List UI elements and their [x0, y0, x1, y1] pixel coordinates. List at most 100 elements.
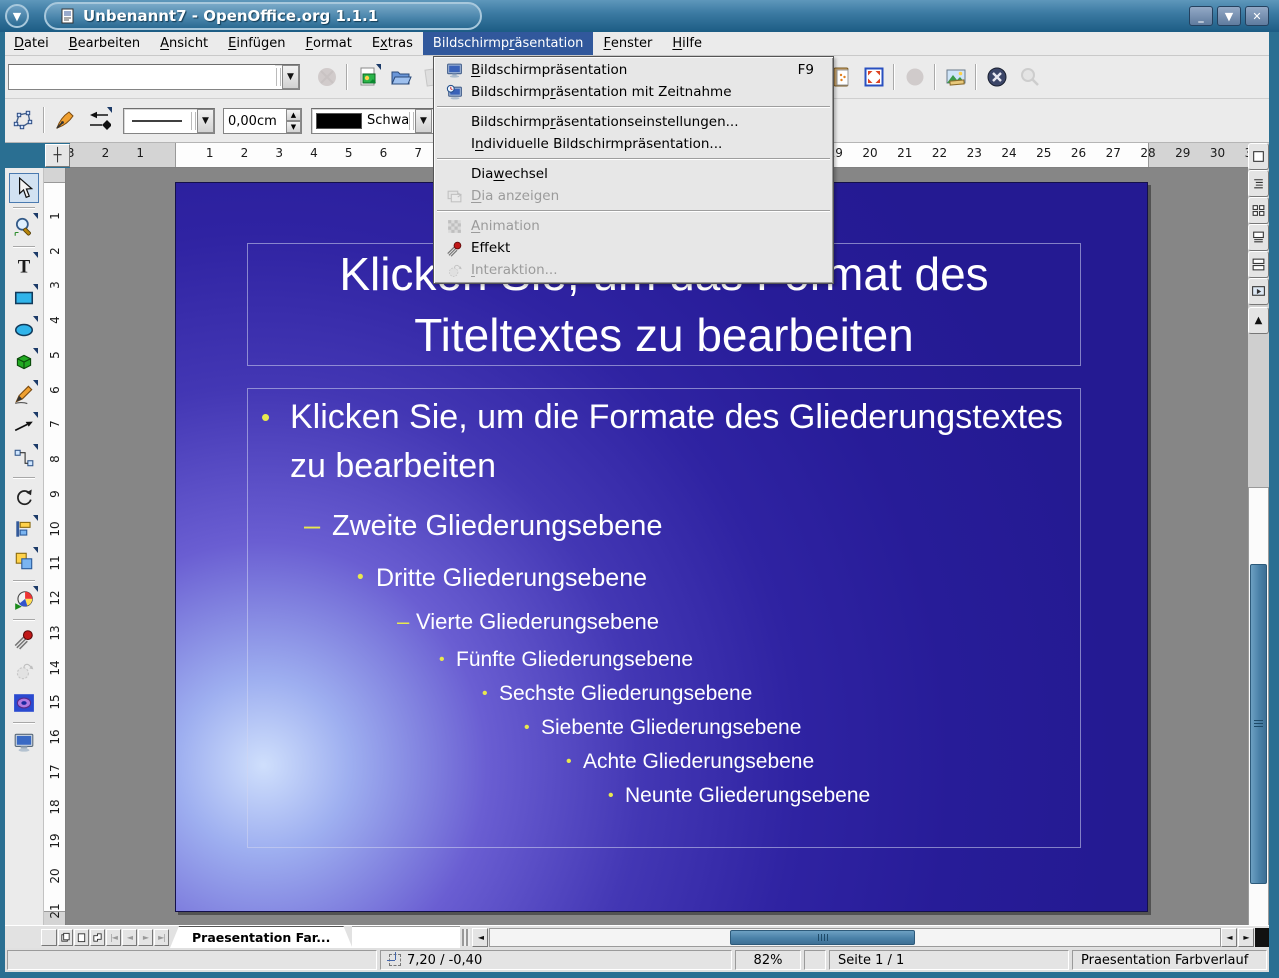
presentation-monitor-icon[interactable]: [9, 727, 39, 757]
zoom-page-icon[interactable]: [860, 63, 888, 91]
line-width-input[interactable]: [224, 109, 286, 133]
outline-level-9[interactable]: •Neunte Gliederungsebene: [248, 782, 1080, 810]
vertical-scrollbar-thumb[interactable]: [1250, 564, 1267, 884]
horizontal-scrollbar-thumb[interactable]: [730, 930, 915, 945]
zoom-icon[interactable]: [9, 212, 39, 242]
close-icon[interactable]: ✕: [1245, 6, 1269, 26]
outline-level-4[interactable]: –Vierte Gliederungsebene: [248, 607, 1080, 637]
controller3d-icon[interactable]: [9, 688, 39, 718]
connector-icon[interactable]: [9, 443, 39, 473]
ruler-origin-button[interactable]: ┼: [45, 144, 70, 167]
menu-item-bildschirmpraesentationseinstellungen-[interactable]: Bildschirmpräsentationseinstellungen...: [435, 111, 832, 133]
menu-item-interaktion-[interactable]: Interaktion...: [435, 259, 832, 281]
line-color-dropdown-icon[interactable]: ▼: [415, 109, 432, 133]
curve-icon[interactable]: [9, 379, 39, 409]
line-arrow-icon[interactable]: [9, 411, 39, 441]
outline-level-7[interactable]: •Siebente Gliederungsebene: [248, 714, 1080, 742]
vertical-ruler[interactable]: 123456789101112131415161718192021: [44, 168, 66, 925]
horizontal-scrollbar-track[interactable]: [489, 928, 1221, 947]
menu-hilfe[interactable]: Hilfe: [662, 32, 712, 55]
notes-view-icon[interactable]: [1248, 224, 1269, 251]
line-width-spinner[interactable]: ▲ ▼: [223, 108, 302, 134]
outline-level-3[interactable]: •Dritte Gliederungsebene: [248, 561, 1080, 595]
menu-einfuegen[interactable]: Einfügen: [218, 32, 295, 55]
slides-view-icon[interactable]: [1248, 197, 1269, 224]
new-document-icon[interactable]: [354, 63, 382, 91]
next-slide-icon[interactable]: ►: [138, 929, 153, 946]
arrange-icon[interactable]: [9, 546, 39, 576]
status-position-cell[interactable]: 7,20 / -0,40: [380, 950, 732, 970]
menu-bearbeiten[interactable]: Bearbeiten: [59, 32, 150, 55]
menu-fenster[interactable]: Fenster: [593, 32, 662, 55]
menu-format[interactable]: Format: [296, 32, 362, 55]
open-icon[interactable]: [387, 63, 415, 91]
window-resize-corner[interactable]: [1255, 928, 1269, 947]
rotate-icon[interactable]: [9, 482, 39, 512]
splitter-handle[interactable]: [41, 929, 57, 946]
navigator-icon[interactable]: [983, 63, 1011, 91]
status-template-cell[interactable]: Praesentation Farbverlauf: [1072, 950, 1267, 970]
line-style-dropdown-icon[interactable]: ▼: [197, 109, 214, 133]
effect-comet-icon[interactable]: [9, 624, 39, 654]
horizontal-splitter[interactable]: [462, 929, 470, 946]
outline-level-6[interactable]: •Sechste Gliederungsebene: [248, 680, 1080, 708]
menu-ansicht[interactable]: Ansicht: [150, 32, 218, 55]
text-icon[interactable]: T: [9, 251, 39, 281]
scroll-up-icon[interactable]: ▲: [1248, 307, 1269, 334]
outline-level-2[interactable]: –Zweite Gliederungsebene: [248, 506, 1080, 546]
slide-outline-textbox[interactable]: •Klicken Sie, um die Formate des Glieder…: [247, 388, 1081, 848]
window-menu-icon[interactable]: ▼: [5, 4, 29, 28]
pen-icon[interactable]: [51, 106, 79, 134]
spin-up-icon[interactable]: ▲: [286, 109, 301, 121]
menu-item-bildschirmpraesentation[interactable]: BildschirmpräsentationF9: [435, 59, 832, 81]
drawing-view-icon[interactable]: [1248, 143, 1269, 170]
previous-slide-icon[interactable]: ◄: [122, 929, 137, 946]
line-color-combobox[interactable]: Schwarz ▼: [311, 108, 441, 134]
edit-points-icon[interactable]: [9, 106, 37, 134]
alignment-icon[interactable]: [9, 514, 39, 544]
menu-bildschirmpraesentation[interactable]: Bildschirmpräsentation: [423, 32, 594, 55]
menu-item-diawechsel[interactable]: Diawechsel: [435, 163, 832, 185]
rectangle-icon[interactable]: [9, 283, 39, 313]
ellipse-icon[interactable]: [9, 315, 39, 345]
handout-view-icon[interactable]: [1248, 251, 1269, 278]
insert-icon[interactable]: [9, 585, 39, 615]
scroll-left-icon[interactable]: ◄: [1221, 928, 1237, 947]
last-slide-icon[interactable]: ►|: [154, 929, 169, 946]
minimize-icon[interactable]: _: [1189, 6, 1213, 26]
line-style-combobox[interactable]: ▼: [123, 108, 215, 134]
layer-mode-icon[interactable]: [90, 929, 105, 946]
status-zoom-cell[interactable]: 82%: [735, 950, 801, 970]
master-mode-icon[interactable]: [74, 929, 89, 946]
page-mode-icon[interactable]: [58, 929, 73, 946]
object3d-icon[interactable]: [9, 347, 39, 377]
first-slide-icon[interactable]: |◄: [106, 929, 121, 946]
menu-extras[interactable]: Extras: [362, 32, 423, 55]
menu-item-animation[interactable]: Animation: [435, 215, 832, 237]
url-dropdown-icon[interactable]: ▼: [282, 65, 299, 89]
scroll-right-icon[interactable]: ►: [1238, 928, 1254, 947]
outline-view-icon[interactable]: [1248, 170, 1269, 197]
outline-level-1[interactable]: •Klicken Sie, um die Formate des Glieder…: [248, 393, 1080, 491]
menu-item-bildschirmpraesentation-mit-zeitnahme[interactable]: Bildschirmpräsentation mit Zeitnahme: [435, 81, 832, 103]
menu-item-dia-anzeigen[interactable]: Dia anzeigen: [435, 185, 832, 207]
arrow-style-icon[interactable]: [85, 106, 113, 134]
scroll-left-icon[interactable]: ◄: [472, 928, 488, 947]
slide-tab[interactable]: Praesentation Far...: [170, 926, 352, 948]
gallery-icon[interactable]: [942, 63, 970, 91]
slide[interactable]: Klicken Sie, um das Format des Titeltext…: [175, 182, 1148, 912]
menu-item-individuelle-bildschirmpraesentation-[interactable]: Individuelle Bildschirmpräsentation...: [435, 133, 832, 155]
titlebar[interactable]: ▼ Unbenannt7 - OpenOffice.org 1.1.1 _ ▼ …: [0, 0, 1279, 32]
vertical-scrollbar-track[interactable]: [1248, 487, 1269, 978]
spin-down-icon[interactable]: ▼: [286, 121, 301, 133]
url-combobox[interactable]: ▼: [8, 64, 300, 90]
menu-item-effekt[interactable]: Effekt: [435, 237, 832, 259]
status-page-cell[interactable]: Seite 1 / 1: [829, 950, 1069, 970]
outline-level-5[interactable]: •Fünfte Gliederungsebene: [248, 646, 1080, 674]
menu-datei[interactable]: Datei: [4, 32, 59, 55]
start-show-icon[interactable]: [1248, 278, 1269, 305]
select-arrow-icon[interactable]: [9, 173, 39, 203]
outline-level-8[interactable]: •Achte Gliederungsebene: [248, 748, 1080, 776]
maximize-icon[interactable]: ▼: [1217, 6, 1241, 26]
url-input[interactable]: [9, 65, 275, 89]
